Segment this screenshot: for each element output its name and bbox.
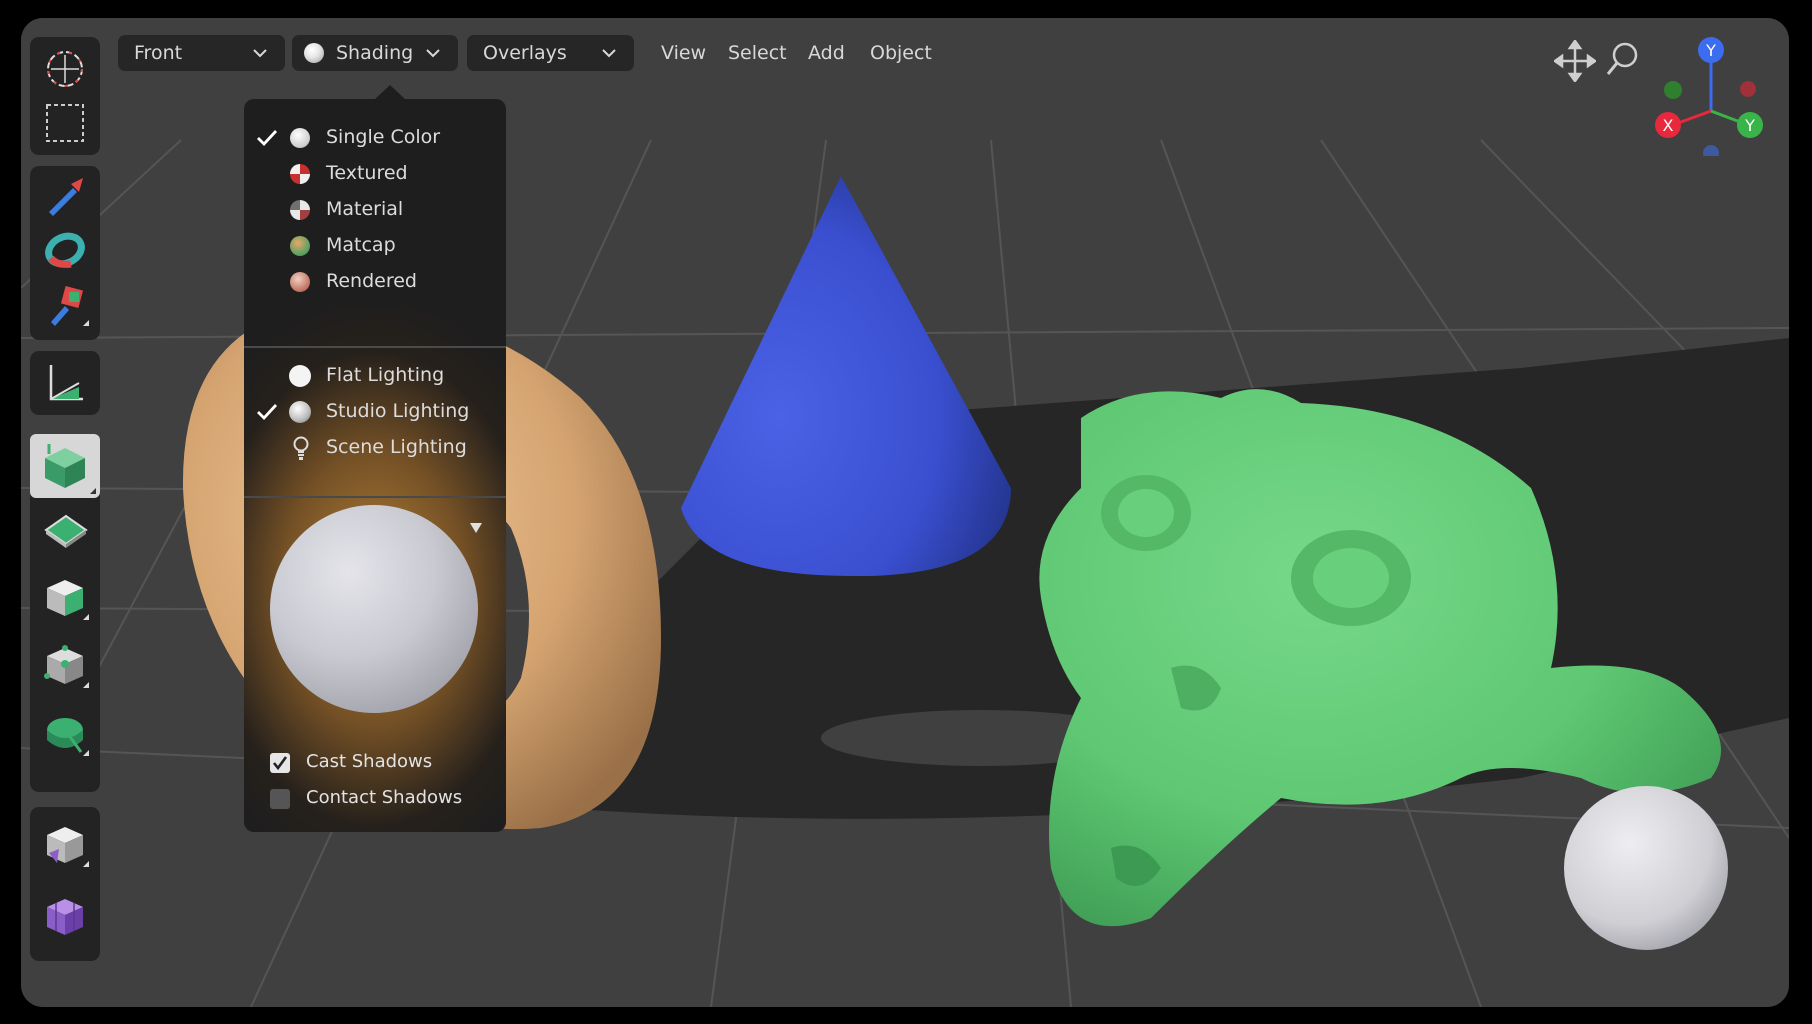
cast-shadows-checkbox[interactable] [270,753,290,773]
contact-shadows-label: Contact Shadows [306,787,463,808]
measure-tool[interactable] [37,357,93,409]
check-icon [257,130,278,147]
cast-shadows-label: Cast Shadows [306,751,433,772]
rip-region-tool[interactable] [37,891,93,943]
studio-light-preview[interactable] [270,505,478,713]
lighting-option-scene[interactable]: Scene Lighting [244,433,506,463]
color-option-label: Single Color [326,126,441,148]
cube-vertex-icon [44,645,83,684]
shading-popover: Single Color Textured Material Matcap Re… [244,99,506,832]
color-option-single[interactable]: Single Color [244,123,506,153]
toolbar-group-select [30,37,100,155]
add-cube-tool[interactable] [30,434,100,498]
cube-arrow-icon [47,827,83,863]
contact-shadows-checkbox[interactable] [270,789,290,809]
submenu-corner-icon [90,488,96,494]
preview-dropdown-arrow-icon[interactable] [469,522,483,534]
move-tool[interactable] [37,170,93,222]
submenu-corner-icon [83,750,89,756]
chevron-down-icon [602,49,616,58]
flat-circle-icon [289,365,311,387]
cube-grey-icon [47,580,83,616]
spin-tool[interactable] [37,708,93,760]
chevron-down-icon [426,49,440,58]
lighting-option-label: Studio Lighting [326,400,470,422]
color-option-label: Material [326,198,404,220]
menu-add[interactable]: Add [808,42,845,64]
menu-object[interactable]: Object [870,42,932,64]
purple-cube-icon [47,899,83,935]
gizmo-x-label: X [1663,116,1674,135]
toolbar-group-add [30,434,100,792]
menu-divider [244,496,506,498]
viewport-window[interactable]: Front Shading Overlays View Select Add O… [21,18,1789,1007]
scale-arrow-icon [51,285,84,326]
move-view-icon[interactable] [1554,40,1596,82]
material-sphere-icon [290,200,310,220]
rotate-ring-icon [45,232,85,268]
gizmo-y2-label: Y [1744,116,1755,135]
cube-add-icon [45,444,85,488]
sphere-object[interactable] [1564,786,1728,950]
color-option-material[interactable]: Material [244,195,506,225]
chevron-down-icon [253,49,267,58]
menu-select[interactable]: Select [728,42,787,64]
neg-z-axis-dot[interactable] [1703,145,1719,156]
axis-gizmo[interactable]: Y X Y [1651,36,1771,156]
angle-measure-icon [49,365,83,401]
scale-tool[interactable] [37,278,93,330]
color-option-rendered[interactable]: Rendered [244,267,506,297]
view-dropdown[interactable]: Front [118,35,285,71]
light-bulb-icon [293,436,309,460]
shrink-fatten-tool[interactable] [37,819,93,871]
white-sphere-icon [290,128,310,148]
overlays-dropdown-label: Overlays [483,42,567,64]
box-select-icon [46,104,84,142]
check-icon [257,404,278,421]
cursor-tool[interactable] [37,43,93,95]
inset-tool[interactable] [37,572,93,624]
view-dropdown-label: Front [134,42,183,64]
lighting-option-label: Scene Lighting [326,436,467,458]
zoom-view-icon[interactable] [1605,40,1641,80]
vertex-tool[interactable] [37,640,93,692]
gizmo-y-label: Y [1705,41,1716,60]
neg-x-axis-dot[interactable] [1740,81,1756,97]
box-select-tool[interactable] [37,97,93,149]
submenu-corner-icon [83,861,89,867]
toolbar-group-transform [30,166,100,340]
studio-sphere-icon [289,401,311,423]
move-arrow-icon [49,178,83,216]
neg-y-axis-dot[interactable] [1664,81,1682,99]
face-plane-icon [44,514,88,548]
lighting-option-flat[interactable]: Flat Lighting [244,361,506,391]
overlays-dropdown[interactable]: Overlays [467,35,634,71]
lighting-option-studio[interactable]: Studio Lighting [244,397,506,427]
checker-sphere-icon [290,164,310,184]
rotate-tool[interactable] [37,224,93,276]
lighting-option-label: Flat Lighting [326,364,445,386]
matcap-sphere-icon [290,236,310,256]
extrude-face-tool[interactable] [37,504,93,556]
toolbar-group-shade [30,807,100,961]
cursor-crosshair-icon [47,51,83,87]
color-option-label: Rendered [326,270,417,292]
rendered-sphere-icon [290,272,310,292]
spin-cylinder-icon [47,718,83,753]
toolbar-group-measure [30,351,100,415]
shading-dropdown-label: Shading [336,42,414,64]
submenu-corner-icon [83,682,89,688]
menu-divider [244,346,506,348]
color-option-matcap[interactable]: Matcap [244,231,506,261]
color-option-label: Matcap [326,234,396,256]
menu-view[interactable]: View [661,42,706,64]
check-icon [272,756,288,771]
color-option-textured[interactable]: Textured [244,159,506,189]
color-option-label: Textured [326,162,408,184]
submenu-corner-icon [83,614,89,620]
submenu-corner-icon [83,320,89,326]
shading-sphere-icon [304,43,324,63]
shading-dropdown[interactable]: Shading [292,35,458,71]
popover-arrow [374,85,406,100]
